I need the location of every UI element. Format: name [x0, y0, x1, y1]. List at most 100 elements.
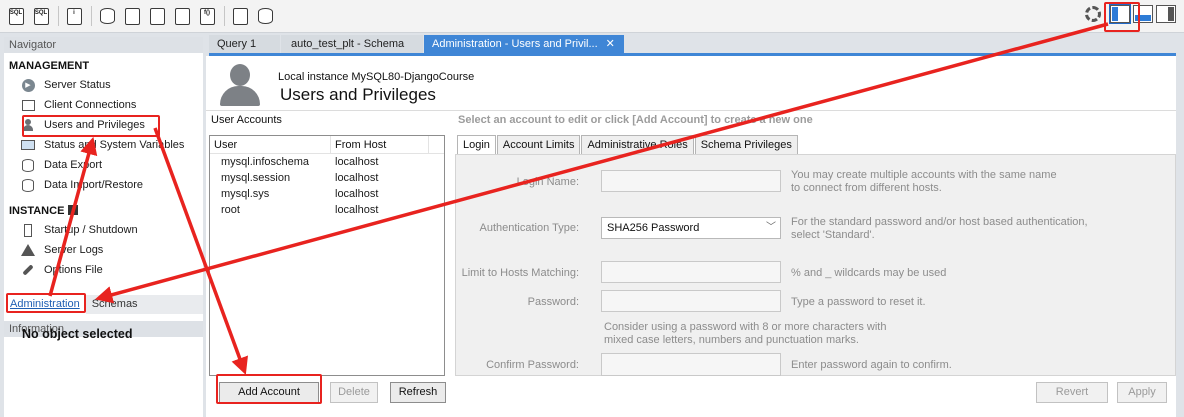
no-object-selected: No object selected	[22, 327, 133, 341]
reconnect-icon[interactable]	[255, 5, 275, 27]
create-procedure-icon[interactable]	[172, 5, 192, 27]
open-sql-script-icon[interactable]: SQL	[31, 5, 51, 27]
cell-host: localhost	[335, 204, 379, 216]
page-title: Users and Privileges	[280, 85, 436, 104]
nav-item-client-connections[interactable]: Client Connections	[4, 95, 203, 115]
user-accounts-list[interactable]: User From Host mysql.infoschema localhost…	[209, 135, 445, 376]
tab-administration[interactable]: Administration	[4, 295, 86, 314]
create-view-icon[interactable]	[147, 5, 167, 27]
nav-item-label: Server Logs	[44, 244, 104, 256]
cell-host: localhost	[335, 188, 379, 200]
server-status-icon: ▶	[21, 78, 35, 92]
tab-label: Query 1	[217, 38, 257, 50]
toolbar-separator	[91, 6, 92, 26]
search-table-data-icon[interactable]	[230, 5, 250, 27]
nav-item-label: Client Connections	[44, 99, 137, 111]
password-advice-2: mixed case letters, numbers and punctuat…	[604, 334, 859, 346]
user-icon	[21, 118, 35, 132]
toolbar-separator	[58, 6, 59, 26]
auth-type-value: SHA256 Password	[607, 222, 700, 234]
login-name-help-1: You may create multiple accounts with th…	[791, 169, 1057, 181]
inspector-icon[interactable]: i	[64, 5, 84, 27]
client-connections-icon	[21, 98, 35, 112]
tab-schemas[interactable]: Schemas	[86, 295, 144, 314]
wrench-icon	[21, 263, 35, 277]
table-row[interactable]: root localhost	[210, 202, 444, 218]
nav-item-data-export[interactable]: Data Export	[4, 155, 203, 175]
nav-item-data-import-restore[interactable]: Data Import/Restore	[4, 175, 203, 195]
hosts-help: % and _ wildcards may be used	[791, 267, 947, 279]
nav-item-options-file[interactable]: Options File	[4, 260, 203, 280]
user-accounts-label: User Accounts	[211, 114, 282, 126]
instance-section-title: INSTANCE	[4, 195, 203, 220]
hosts-label: Limit to Hosts Matching:	[461, 267, 579, 279]
toolbar-separator	[224, 6, 225, 26]
create-table-icon[interactable]	[122, 5, 142, 27]
cell-user: mysql.session	[221, 172, 291, 184]
delete-button[interactable]: Delete	[330, 382, 378, 403]
monitor-icon	[21, 138, 35, 152]
tab-login[interactable]: Login	[457, 135, 496, 155]
settings-gear-icon[interactable]	[1085, 6, 1101, 22]
password-label: Password:	[527, 296, 579, 308]
hosts-input[interactable]	[601, 261, 781, 283]
password-input[interactable]	[601, 290, 781, 312]
main-toolbar: SQL SQL i f()	[0, 0, 1184, 33]
tab-label: Administration - Users and Privil...	[432, 38, 598, 50]
new-sql-tab-icon[interactable]: SQL	[6, 5, 26, 27]
toggle-secondary-sidebar-icon[interactable]	[1156, 5, 1176, 23]
auth-type-label: Authentication Type:	[479, 222, 579, 234]
table-row[interactable]: mysql.infoschema localhost	[210, 154, 444, 170]
instance-title: INSTANCE	[9, 205, 65, 217]
cell-user: root	[221, 204, 240, 216]
nav-item-label: Users and Privileges	[44, 119, 145, 131]
refresh-button[interactable]: Refresh	[390, 382, 446, 403]
selection-hint: Select an account to edit or click [Add …	[458, 114, 813, 126]
nav-item-server-status[interactable]: ▶ Server Status	[4, 75, 203, 95]
navigator-tabs: Administration Schemas	[4, 295, 203, 314]
close-tab-icon[interactable]: ✕	[606, 38, 615, 50]
cell-user: mysql.sys	[221, 188, 270, 200]
page-header: Local instance MySQL80-DjangoCourse User…	[206, 56, 1176, 111]
column-user[interactable]: User	[210, 136, 331, 153]
tab-schema[interactable]: auto_test_plt - Schema	[281, 35, 423, 53]
nav-item-label: Startup / Shutdown	[44, 224, 138, 236]
table-row[interactable]: mysql.sys localhost	[210, 186, 444, 202]
password-advice-1: Consider using a password with 8 or more…	[604, 321, 887, 333]
revert-button[interactable]: Revert	[1036, 382, 1108, 403]
create-schema-icon[interactable]	[97, 5, 117, 27]
layout-switcher	[1085, 4, 1176, 24]
toggle-sidebar-icon[interactable]	[1109, 4, 1131, 24]
tab-label: auto_test_plt - Schema	[291, 38, 405, 50]
document-tabs: Query 1 auto_test_plt - Schema Administr…	[209, 35, 625, 53]
confirm-password-input[interactable]	[601, 353, 781, 376]
confirm-password-label: Confirm Password:	[486, 359, 579, 371]
auth-type-select[interactable]: SHA256 Password ﹀	[601, 217, 781, 239]
instance-status-icon	[68, 205, 79, 215]
data-import-icon	[21, 178, 35, 192]
tab-administrative-roles[interactable]: Administrative Roles	[581, 135, 694, 154]
nav-item-label: Data Export	[44, 159, 103, 171]
nav-item-server-logs[interactable]: Server Logs	[4, 240, 203, 260]
auth-type-help-1: For the standard password and/or host ba…	[791, 216, 1088, 228]
table-row[interactable]: mysql.session localhost	[210, 170, 444, 186]
nav-item-users-and-privileges[interactable]: Users and Privileges	[4, 115, 203, 135]
startup-icon	[21, 223, 35, 237]
login-name-label: Login Name:	[516, 176, 579, 188]
tab-schema-privileges[interactable]: Schema Privileges	[694, 135, 798, 154]
tab-query-1[interactable]: Query 1	[209, 35, 280, 53]
login-name-input[interactable]	[601, 170, 781, 192]
create-function-icon[interactable]: f()	[197, 5, 217, 27]
tab-administration-users[interactable]: Administration - Users and Privil... ✕	[424, 35, 624, 53]
tab-account-limits[interactable]: Account Limits	[496, 135, 581, 154]
nav-item-status-and-system-variables[interactable]: Status and System Variables	[4, 135, 203, 155]
nav-item-startup-shutdown[interactable]: Startup / Shutdown	[4, 220, 203, 240]
cell-host: localhost	[335, 156, 379, 168]
column-from-host[interactable]: From Host	[331, 136, 429, 153]
toggle-output-panel-icon[interactable]	[1133, 5, 1153, 23]
navigator-panel: Navigator MANAGEMENT ▶ Server Status Cli…	[4, 37, 203, 417]
apply-button[interactable]: Apply	[1117, 382, 1167, 403]
nav-item-label: Data Import/Restore	[44, 179, 144, 191]
login-name-help-2: to connect from different hosts.	[791, 182, 942, 194]
add-account-button[interactable]: Add Account	[219, 382, 319, 403]
